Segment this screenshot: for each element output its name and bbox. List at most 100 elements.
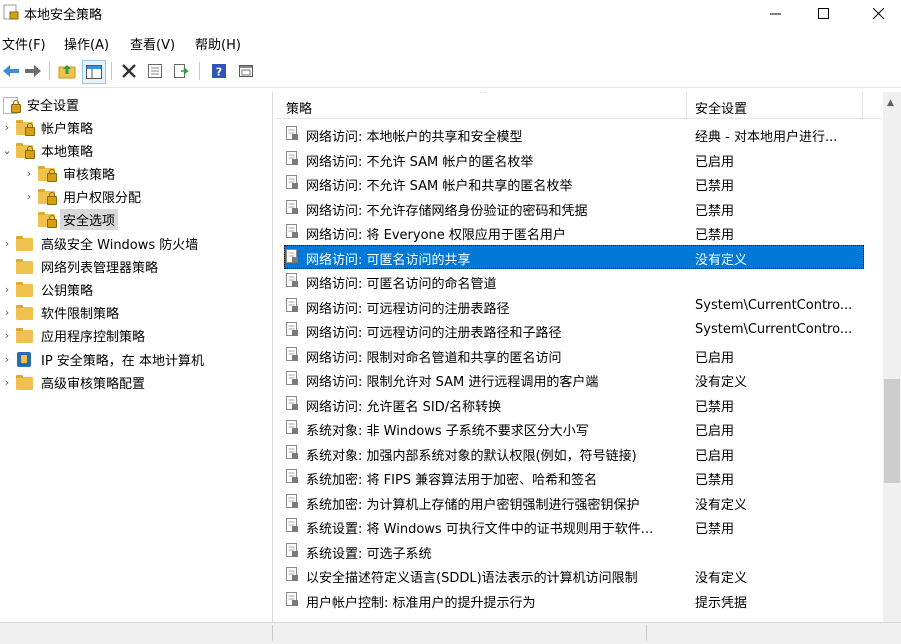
toolbar: ?: [0, 57, 901, 88]
tree-item-software-restriction[interactable]: › 软件限制策略: [0, 301, 122, 324]
tree-item-ip-security[interactable]: › IP 安全策略，在 本地计算机: [0, 348, 207, 371]
policy-name: 网络访问: 可远程访问的注册表路径: [306, 301, 510, 317]
policy-row[interactable]: 用户帐户控制: 标准用户的提升提示行为 提示凭据: [284, 588, 864, 612]
maximize-button[interactable]: [800, 0, 846, 26]
policy-row[interactable]: 网络访问: 不允许 SAM 帐户和共享的匿名枚举 已禁用: [284, 171, 864, 195]
tree-item-user-rights-assignment[interactable]: › 用户权限分配: [22, 185, 144, 208]
policy-row[interactable]: 网络访问: 可匿名访问的共享 没有定义: [284, 244, 864, 269]
chevron-right-icon[interactable]: ›: [22, 190, 36, 203]
tree-item-label: 安全设置: [27, 99, 80, 114]
policy-row[interactable]: 网络访问: 不允许存储网络身份验证的密码和凭据 已禁用: [284, 196, 864, 220]
column-header-setting[interactable]: 安全设置: [695, 98, 747, 117]
folder-icon: [16, 304, 34, 321]
chevron-down-icon[interactable]: ⌄: [0, 144, 14, 157]
tree-item-label: 审核策略: [63, 168, 116, 183]
policy-document-icon: [286, 395, 298, 410]
policy-row[interactable]: 网络访问: 允许匿名 SID/名称转换 已禁用: [284, 392, 864, 416]
policy-row[interactable]: 网络访问: 可匿名访问的命名管道: [284, 269, 864, 293]
column-header-policy[interactable]: 策略: [286, 98, 312, 117]
forward-button[interactable]: [22, 60, 44, 82]
policy-list: ^ 策略 安全设置 网络访问: 本地帐户的共享和安全模型 经典 - 对本地用户进行…: [276, 92, 901, 622]
policy-row[interactable]: 网络访问: 可远程访问的注册表路径和子路径 System\CurrentContr…: [284, 318, 864, 342]
properties-button[interactable]: [144, 60, 166, 82]
policy-row[interactable]: 网络访问: 将 Everyone 权限应用于匿名用户 已禁用: [284, 220, 864, 244]
title-bar: 本地安全策略: [0, 0, 901, 28]
up-folder-button[interactable]: [56, 60, 78, 82]
menu-view[interactable]: 查看(V): [130, 34, 175, 53]
tree-item-app-control[interactable]: › 应用程序控制策略: [0, 324, 148, 347]
tree-item-account-policies[interactable]: › 帐户策略: [0, 116, 96, 139]
policy-document-icon: [286, 567, 298, 581]
chevron-right-icon[interactable]: ›: [0, 283, 14, 296]
policy-name: 网络访问: 可匿名访问的命名管道: [306, 277, 497, 292]
policy-row[interactable]: 网络访问: 本地帐户的共享和安全模型 经典 - 对本地用户进行...: [284, 122, 864, 146]
policy-row[interactable]: 系统对象: 加强内部系统对象的默认权限(例如，符号链接) 已启用: [284, 441, 864, 465]
minimize-button[interactable]: [752, 0, 798, 26]
sort-ascending-icon: ^: [479, 92, 488, 100]
chevron-right-icon[interactable]: ›: [0, 376, 14, 389]
chevron-right-icon[interactable]: ›: [0, 237, 14, 250]
back-button[interactable]: [0, 60, 22, 82]
help-button[interactable]: ?: [208, 60, 230, 82]
policy-row[interactable]: 系统对象: 非 Windows 子系统不要求区分大小写 已启用: [284, 416, 864, 440]
policy-name: 系统设置: 将 Windows 可执行文件中的证书规则用于软件...: [306, 522, 654, 537]
menu-action[interactable]: 操作(A): [64, 34, 109, 53]
folder-icon: [16, 374, 34, 391]
chevron-right-icon[interactable]: ›: [0, 329, 14, 342]
policy-row[interactable]: 以安全描述符定义语言(SDDL)语法表示的计算机访问限制 没有定义: [284, 563, 864, 587]
export-list-icon: [174, 64, 189, 78]
policy-name: 以安全描述符定义语言(SDDL)语法表示的计算机访问限制: [306, 571, 638, 586]
show-hide-tree-icon: [86, 65, 102, 79]
policy-row[interactable]: 系统加密: 将 FIPS 兼容算法用于加密、哈希和签名 已禁用: [284, 465, 864, 489]
policy-row[interactable]: 网络访问: 可远程访问的注册表路径 System\CurrentContro...: [284, 294, 864, 318]
scroll-up-icon[interactable]: ▲: [887, 98, 894, 108]
policy-row[interactable]: 网络访问: 限制允许对 SAM 进行远程调用的客户端 没有定义: [284, 367, 864, 391]
up-folder-icon: [58, 65, 76, 79]
menu-help[interactable]: 帮助(H): [195, 34, 241, 53]
security-setting-value: 已启用: [695, 448, 735, 464]
show-hide-tree-button[interactable]: [82, 60, 106, 84]
folder-icon: [16, 327, 34, 344]
folder-lock-icon: [38, 188, 57, 205]
vertical-scrollbar[interactable]: ▲: [883, 92, 901, 622]
tree-item-label: 用户权限分配: [63, 191, 142, 206]
policy-name: 系统加密: 将 FIPS 兼容算法用于加密、哈希和签名: [306, 473, 598, 488]
delete-button[interactable]: [118, 60, 140, 82]
policy-row[interactable]: 系统加密: 为计算机上存储的用户密钥强制进行强密钥保护 没有定义: [284, 490, 864, 514]
policy-row[interactable]: 系统设置: 将 Windows 可执行文件中的证书规则用于软件... 已禁用: [284, 514, 864, 538]
policy-document-icon: [286, 518, 298, 532]
policy-name: 网络访问: 本地帐户的共享和安全模型: [306, 130, 523, 145]
tree-item-local-policies[interactable]: ⌄ 本地策略: [0, 139, 96, 162]
scrollbar-thumb[interactable]: [884, 379, 900, 483]
tree-item-security-options[interactable]: 安全选项: [22, 208, 119, 231]
security-setting-value: 提示凭据: [695, 595, 748, 611]
menu-file[interactable]: 文件(F): [2, 34, 46, 53]
tree-item-windows-firewall[interactable]: › 高级安全 Windows 防火墙: [0, 232, 201, 255]
chevron-right-icon[interactable]: ›: [0, 353, 14, 366]
policy-document-icon: [286, 297, 298, 312]
policy-document-icon: [286, 371, 298, 385]
tree-root-security-settings[interactable]: 安全设置: [0, 93, 82, 116]
policy-document-icon: [286, 493, 298, 508]
chevron-right-icon[interactable]: ›: [0, 121, 14, 134]
security-setting-value: System\CurrentContro...: [695, 297, 853, 313]
chevron-right-icon[interactable]: ›: [22, 167, 36, 180]
policy-name: 系统加密: 为计算机上存储的用户密钥强制进行强密钥保护: [306, 497, 640, 513]
policy-row[interactable]: 网络访问: 限制对命名管道和共享的匿名访问 已启用: [284, 343, 864, 367]
tree-item-audit-policy[interactable]: › 审核策略: [22, 162, 118, 185]
tree-item-label: 本地策略: [41, 145, 94, 160]
view-button[interactable]: [235, 60, 257, 82]
maximize-icon: [817, 7, 829, 19]
tree-item-network-list-manager[interactable]: 网络列表管理器策略: [0, 255, 161, 278]
close-button[interactable]: [855, 0, 901, 26]
tree-item-label: 高级安全 Windows 防火墙: [41, 238, 199, 253]
tree-item-public-key-policies[interactable]: › 公钥策略: [0, 278, 96, 301]
chevron-right-icon[interactable]: ›: [0, 306, 14, 319]
export-list-button[interactable]: [170, 60, 192, 82]
tree-item-label: 软件限制策略: [41, 307, 120, 322]
policy-row[interactable]: 系统设置: 可选子系统: [284, 539, 864, 563]
policy-document-icon: [286, 420, 298, 434]
tree-item-advanced-audit[interactable]: › 高级审核策略配置: [0, 371, 148, 394]
policy-name: 网络访问: 可远程访问的注册表路径和子路径: [306, 326, 562, 341]
policy-row[interactable]: 网络访问: 不允许 SAM 帐户的匿名枚举 已启用: [284, 147, 864, 171]
